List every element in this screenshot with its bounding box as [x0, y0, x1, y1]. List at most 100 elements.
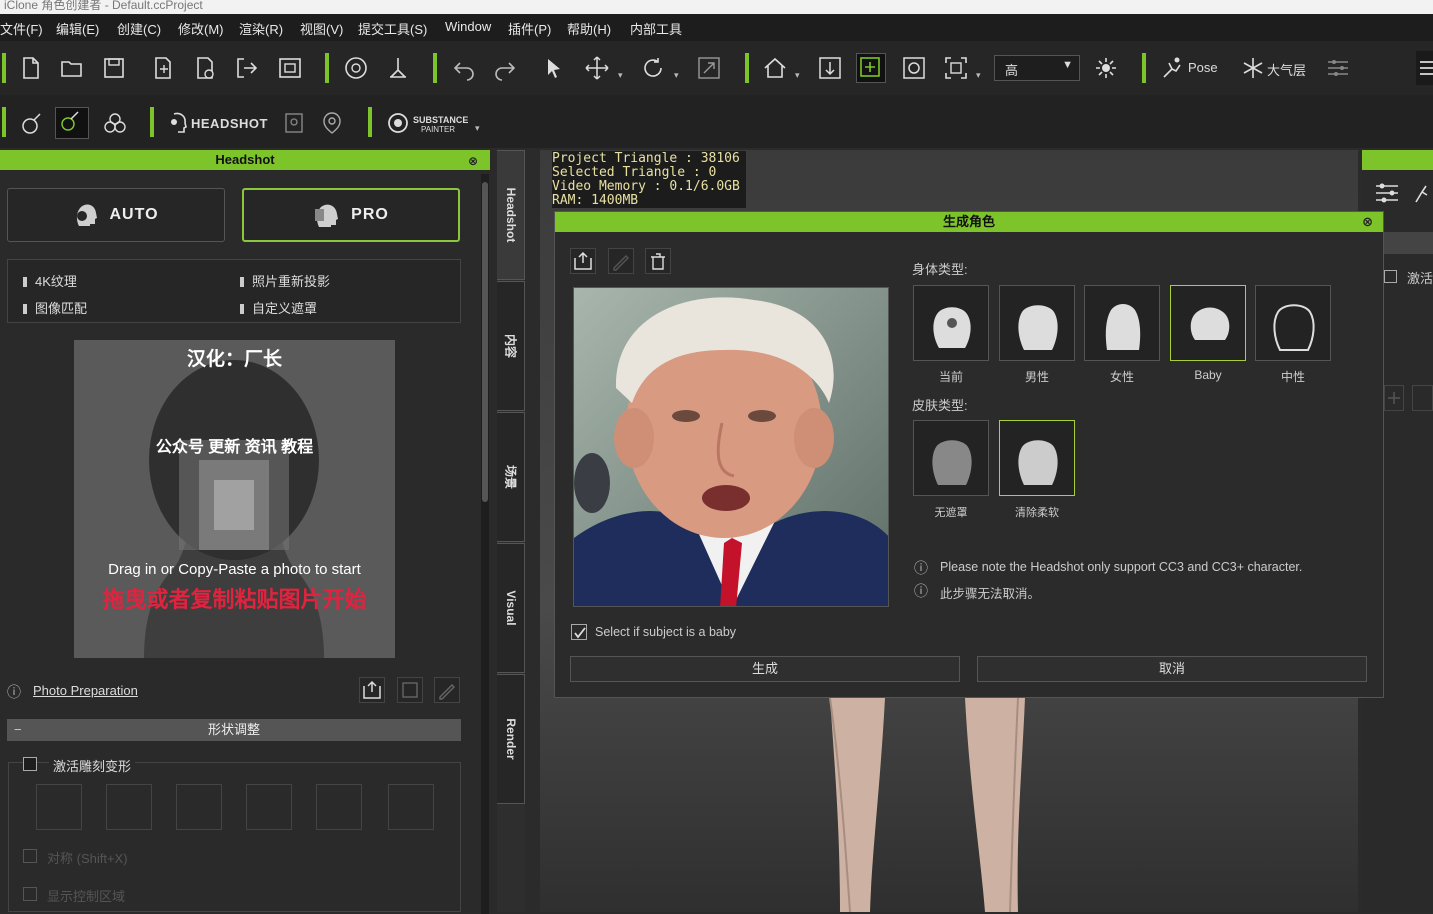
zoom-dropdown-icon[interactable]: ▾ [976, 70, 981, 81]
shape-adjust-title: 形状调整 [207, 722, 260, 737]
edit-photo-icon[interactable] [434, 677, 460, 703]
panel-scrollbar[interactable] [481, 174, 489, 914]
cancel-button[interactable]: 取消 [977, 656, 1367, 682]
menu-help[interactable]: 帮助(H) [567, 19, 611, 38]
fit-view-icon[interactable] [817, 55, 843, 81]
sphere-icon[interactable] [343, 55, 369, 81]
move-dropdown-icon[interactable]: ▾ [618, 70, 623, 81]
body-type-current[interactable] [913, 285, 989, 361]
shape-adjust-section[interactable]: − 形状调整 [7, 719, 461, 741]
substance-label[interactable]: SUBSTANCE [413, 115, 468, 125]
morph-region-button-6[interactable] [388, 784, 434, 830]
auto-mode-button[interactable]: AUTO [7, 188, 225, 242]
redo-icon[interactable] [492, 55, 518, 81]
quality-select[interactable]: 高 ▼ [994, 55, 1080, 81]
menu-modify[interactable]: 修改(M) [178, 19, 224, 38]
tab-content[interactable]: 内容 [497, 281, 525, 411]
body-type-baby[interactable] [1170, 285, 1246, 361]
body-type-neutral[interactable] [1255, 285, 1331, 361]
headshot-panel-icon[interactable] [281, 110, 307, 136]
headshot-label[interactable]: HEADSHOT [191, 116, 268, 131]
menu-plugins[interactable]: 插件(P) [508, 19, 551, 38]
new-file-icon[interactable] [17, 55, 43, 81]
menu-file[interactable]: 文件(F) [0, 19, 43, 38]
tab-scene[interactable]: 场景 [497, 412, 525, 542]
close-icon[interactable]: ⊗ [468, 151, 478, 171]
photo-drop-zone[interactable]: 汉化：厂长 公众号 更新 资讯 教程 Drag in or Copy-Paste… [74, 340, 395, 658]
painter-label[interactable]: PAINTER [421, 125, 455, 134]
sculpt-icon[interactable] [55, 107, 89, 139]
activate-morph-checkbox[interactable] [23, 757, 37, 771]
zoom-extent-icon[interactable] [943, 55, 969, 81]
load-image-icon[interactable] [570, 248, 596, 274]
light-icon[interactable] [1093, 55, 1119, 81]
home-icon[interactable] [762, 55, 788, 81]
menu-icon[interactable] [1416, 51, 1433, 85]
crop-photo-icon[interactable] [397, 677, 423, 703]
export-icon[interactable] [234, 55, 260, 81]
rotate-dropdown-icon[interactable]: ▾ [674, 70, 679, 81]
pick-camera-icon[interactable] [856, 53, 886, 83]
morph-region-button-2[interactable] [106, 784, 152, 830]
generate-button[interactable]: 生成 [570, 656, 960, 682]
body-type-male[interactable] [999, 285, 1075, 361]
close-icon[interactable]: ⊗ [1362, 212, 1373, 232]
adjust-icon[interactable] [1372, 178, 1402, 208]
add-icon[interactable] [1384, 385, 1404, 411]
morph-icon[interactable] [18, 110, 44, 136]
view-icon[interactable] [1412, 385, 1433, 411]
camera-frame-icon[interactable] [901, 55, 927, 81]
material-icon[interactable] [102, 110, 128, 136]
import-icon[interactable] [150, 55, 176, 81]
character-icon[interactable] [385, 55, 411, 81]
head-settings-icon[interactable] [319, 110, 345, 136]
menu-create[interactable]: 创建(C) [117, 19, 161, 38]
select-cursor-icon[interactable] [542, 55, 568, 81]
pose-icon[interactable] [1160, 55, 1186, 81]
morph-region-button-4[interactable] [246, 784, 292, 830]
morph-region-button-5[interactable] [316, 784, 362, 830]
substance-dropdown-icon[interactable]: ▾ [475, 123, 480, 134]
body-type-female[interactable] [1084, 285, 1160, 361]
activate-checkbox[interactable] [1384, 270, 1397, 283]
render-icon[interactable] [277, 55, 303, 81]
scale-icon[interactable] [696, 55, 722, 81]
overlay-channel-text: 公众号 更新 资讯 教程 [155, 439, 314, 456]
move-icon[interactable] [584, 55, 610, 81]
menu-submit-tools[interactable]: 提交工具(S) [358, 19, 427, 38]
scrollbar-thumb[interactable] [482, 182, 488, 502]
menu-render[interactable]: 渲染(R) [239, 19, 283, 38]
save-icon[interactable] [101, 55, 127, 81]
baby-checkbox[interactable] [571, 624, 587, 640]
settings-sliders-icon[interactable] [1325, 55, 1351, 81]
pro-mode-button[interactable]: PRO [242, 188, 460, 242]
substance-icon[interactable] [385, 110, 411, 136]
tab-render[interactable]: Render [497, 674, 525, 804]
skin-type-no-mask[interactable] [913, 420, 989, 496]
pose-label[interactable]: Pose [1188, 60, 1218, 75]
edit-image-icon[interactable] [608, 248, 634, 274]
atmosphere-label[interactable]: 大气层 [1267, 60, 1306, 79]
symmetry-checkbox[interactable] [23, 849, 37, 863]
menu-window[interactable]: Window [445, 19, 491, 34]
atmosphere-icon[interactable] [1240, 55, 1266, 81]
morph-region-button-3[interactable] [176, 784, 222, 830]
tab-headshot[interactable]: Headshot [497, 150, 525, 280]
home-dropdown-icon[interactable]: ▾ [795, 70, 800, 81]
open-folder-icon[interactable] [59, 55, 85, 81]
morph-region-button-1[interactable] [36, 784, 82, 830]
rotate-icon[interactable] [640, 55, 666, 81]
skin-type-clear-soft[interactable] [999, 420, 1075, 496]
delete-icon[interactable] [645, 248, 671, 274]
menu-internal-tools[interactable]: 内部工具 [630, 19, 682, 38]
menu-edit[interactable]: 编辑(E) [56, 19, 99, 38]
headshot-icon[interactable] [166, 110, 192, 136]
show-zones-checkbox[interactable] [23, 887, 37, 901]
menu-view[interactable]: 视图(V) [300, 19, 343, 38]
undo-icon[interactable] [451, 55, 477, 81]
motion-icon[interactable] [1412, 178, 1433, 208]
photo-preparation-link[interactable]: Photo Preparation [33, 683, 138, 698]
tab-visual[interactable]: Visual [497, 543, 525, 673]
import-alt-icon[interactable] [192, 55, 218, 81]
load-photo-icon[interactable] [359, 677, 385, 703]
